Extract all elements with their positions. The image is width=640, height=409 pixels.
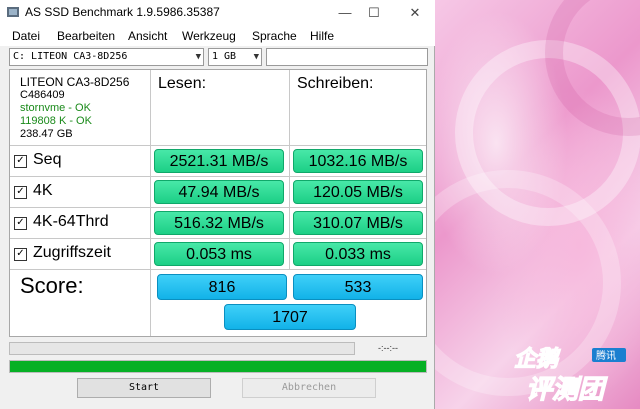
drive-model: LITEON CA3-8D256 [20, 75, 130, 89]
test-4k[interactable]: ✓ 4K [14, 182, 53, 200]
4k-write-value: 120.05 MB/s [293, 180, 423, 204]
test-zugriffszeit-label: Zugriffszeit [33, 244, 111, 261]
menu-werkzeug[interactable]: Werkzeug [182, 29, 236, 43]
abort-button[interactable]: Abbrechen [242, 378, 376, 398]
read-header: Lesen: [158, 75, 207, 92]
size-select-value: 1 GB [212, 51, 237, 62]
score-read: 816 [157, 274, 287, 300]
4k64-read-value: 516.32 MB/s [154, 211, 284, 235]
test-4k-64thrd[interactable]: ✓ 4K-64Thrd [14, 213, 109, 231]
test-4k-64thrd-label: 4K-64Thrd [33, 213, 109, 230]
checkbox-seq[interactable]: ✓ [14, 155, 27, 168]
chevron-down-icon: ▼ [195, 52, 201, 62]
test-seq[interactable]: ✓ Seq [14, 151, 61, 169]
app-icon [7, 7, 19, 17]
svg-text:企鹅: 企鹅 [514, 346, 561, 372]
title-bar: AS SSD Benchmark 1.9.5986.35387 — ☐ ✕ [0, 0, 435, 26]
test-zugriffszeit[interactable]: ✓ Zugriffszeit [14, 244, 111, 262]
write-header: Schreiben: [297, 75, 374, 92]
menu-ansicht[interactable]: Ansicht [128, 29, 167, 43]
seq-write-value: 1032.16 MB/s [293, 149, 423, 173]
svg-text:腾讯: 腾讯 [596, 349, 616, 362]
svg-text:评测团: 评测团 [526, 375, 608, 404]
menu-datei[interactable]: Datei [12, 29, 40, 43]
overall-progress-fill [10, 361, 426, 372]
app-window: AS SSD Benchmark 1.9.5986.35387 — ☐ ✕ Da… [0, 0, 435, 409]
alignment-status: 119808 K - OK [20, 115, 92, 127]
4k-read-value: 47.94 MB/s [154, 180, 284, 204]
size-select[interactable]: 1 GB ▼ [208, 48, 262, 66]
drive-capacity: 238.47 GB [20, 128, 73, 140]
maximize-button[interactable]: ☐ [356, 0, 392, 26]
drive-select[interactable]: C: LITEON CA3-8D256 ▼ [9, 48, 204, 66]
elapsed-time: -:--:-- [378, 343, 398, 353]
driver-status: stornvme - OK [20, 102, 91, 114]
watermark-logo: 企鹅 腾讯 评测团 [513, 345, 626, 404]
checkbox-4k[interactable]: ✓ [14, 186, 27, 199]
seq-read-value: 2521.31 MB/s [154, 149, 284, 173]
test-4k-label: 4K [33, 182, 53, 199]
menu-bar: Datei Bearbeiten Ansicht Werkzeug Sprach… [0, 26, 435, 46]
test-seq-label: Seq [33, 151, 62, 168]
close-button[interactable]: ✕ [397, 0, 433, 26]
drive-select-value: C: LITEON CA3-8D256 [13, 51, 128, 62]
menu-sprache[interactable]: Sprache [252, 29, 297, 43]
score-label: Score: [20, 273, 84, 298]
test-progress-bar [9, 342, 355, 355]
overall-progress-bar [9, 360, 427, 373]
start-button[interactable]: Start [77, 378, 211, 398]
window-title: AS SSD Benchmark 1.9.5986.35387 [25, 5, 220, 19]
menu-bearbeiten[interactable]: Bearbeiten [57, 29, 115, 43]
access-write-value: 0.033 ms [293, 242, 423, 266]
4k64-write-value: 310.07 MB/s [293, 211, 423, 235]
score-total: 1707 [224, 304, 356, 330]
access-read-value: 0.053 ms [154, 242, 284, 266]
results-grid: LITEON CA3-8D256 C486409 stornvme - OK 1… [9, 69, 427, 337]
checkbox-zugriffszeit[interactable]: ✓ [14, 248, 27, 261]
checkbox-4k-64thrd[interactable]: ✓ [14, 217, 27, 230]
drive-info: LITEON CA3-8D256 C486409 stornvme - OK 1… [20, 76, 129, 141]
drive-firmware: C486409 [20, 89, 65, 101]
menu-hilfe[interactable]: Hilfe [310, 29, 334, 43]
score-write: 533 [293, 274, 423, 300]
extra-input[interactable] [266, 48, 428, 66]
chevron-down-icon: ▼ [253, 52, 259, 62]
